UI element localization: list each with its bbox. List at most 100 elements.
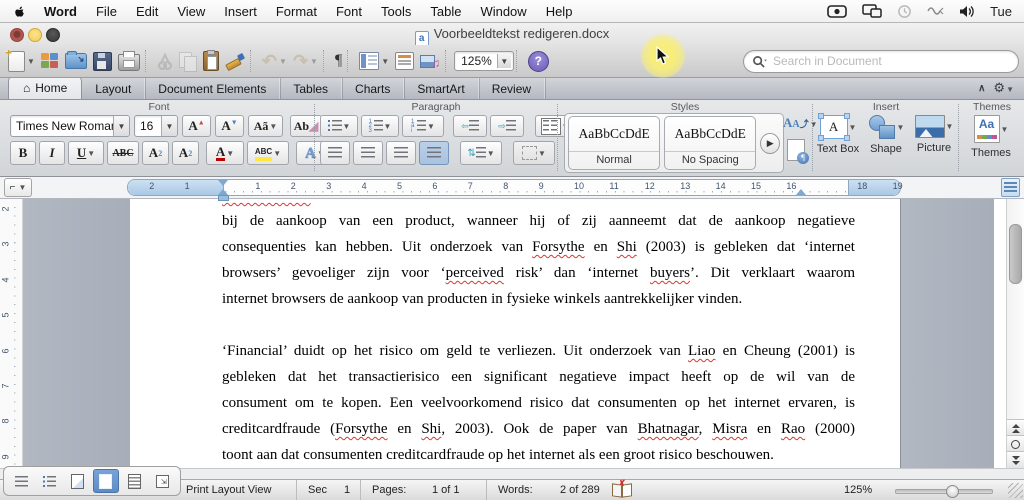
insert-text-box-button[interactable]: A▼ Text Box [816,115,860,155]
text-line[interactable]: ‘Financial’ duidt op het risico om geld … [222,338,855,364]
save-button[interactable] [90,47,115,75]
focus-view-button[interactable]: ⇲ [150,470,174,492]
help-button[interactable]: ? [525,47,552,75]
volume-icon[interactable] [959,5,975,18]
horizontal-ruler[interactable]: 21123456789101112131415161819 [127,179,901,196]
window-resize-grip[interactable] [1008,483,1023,498]
notebook-layout-view-button[interactable] [123,470,147,492]
tab-stop-selector[interactable]: ⌐▼ [4,178,32,197]
line-spacing-button[interactable]: ⇅▼ [460,141,502,165]
wave-status-icon[interactable] [927,5,944,17]
ribbon-tab[interactable]: ⌂Document Elements [145,78,280,99]
text-line[interactable]: consequenties kan hebben. Uit onderzoek … [222,234,855,260]
numbering-button[interactable]: 1 2 3▼ [361,115,399,137]
underline-button[interactable]: U▼ [68,141,104,165]
first-line-indent-marker[interactable] [218,180,228,186]
publishing-layout-view-button[interactable] [65,470,89,492]
redo-button[interactable]: ↷▼ [290,47,321,75]
ribbon-tab[interactable]: ⌂Tables [280,78,342,99]
undo-button[interactable]: ↶▼ [259,47,290,75]
search-input[interactable] [771,53,1010,69]
text-line[interactable]: bij de aankoop van een product, wanneer … [222,208,855,234]
text-line[interactable]: gebleken dat het transactierisico een si… [222,364,855,390]
style-chip-no-spacing[interactable]: AaBbCcDdE No Spacing [664,116,756,170]
gear-icon[interactable]: ⚙▼ [993,80,1014,96]
menu-item[interactable]: Insert [224,4,257,19]
media-browser-button[interactable] [417,47,443,75]
borders-button[interactable]: ▼ [513,141,555,165]
previous-page-button[interactable] [1007,419,1024,436]
menu-item[interactable]: Word [44,4,77,19]
right-indent-marker[interactable] [796,189,806,195]
show-formatting-marks-button[interactable]: ¶ [332,47,345,75]
strikethrough-button[interactable]: ABC [107,141,139,165]
highlight-button[interactable]: ABC▼ [247,141,289,165]
cut-button[interactable] [154,47,176,75]
multilevel-list-button[interactable]: 1 a i▼ [402,115,444,137]
justify-button[interactable] [419,141,449,165]
search-field[interactable] [743,50,1019,73]
zoom-combobox[interactable]: 125%▼ [454,51,514,71]
format-painter-button[interactable] [222,47,248,75]
menu-item[interactable]: Window [480,4,526,19]
menu-bar-clock[interactable]: Tue [990,4,1012,19]
page-layout-button[interactable]: ▼ [356,47,392,75]
text-line[interactable]: Perceived risk kan het beste worden omsc… [222,198,855,208]
ribbon-tab[interactable]: ⌂Charts [342,78,404,99]
menu-item[interactable]: Font [336,4,362,19]
grow-font-button[interactable]: A▲ [182,115,211,137]
superscript-button[interactable]: A2 [142,141,169,165]
collapse-ribbon-icon[interactable]: ∧ [978,83,985,94]
menu-item[interactable]: Tools [381,4,411,19]
draft-view-button[interactable] [10,470,34,492]
ribbon-tab[interactable]: ⌂Layout [82,78,145,99]
vertical-ruler[interactable]: 23456789 [0,198,23,468]
zoom-slider[interactable] [895,489,993,494]
subscript-button[interactable]: A2 [172,141,199,165]
open-button[interactable] [62,47,90,75]
shrink-font-button[interactable]: A▼ [215,115,244,137]
decrease-indent-button[interactable]: ⇦ [453,115,487,137]
font-size-combobox[interactable]: 16▼ [134,115,178,137]
paste-button[interactable] [200,47,222,75]
menu-item[interactable]: Format [276,4,317,19]
text-line[interactable]: browsers’ gevoeliger zijn voor ‘perceive… [222,260,855,286]
next-page-button[interactable] [1007,451,1024,468]
bullets-button[interactable]: ▼ [320,115,358,137]
ribbon-tab[interactable]: ⌂Home [8,76,82,99]
toolbox-button[interactable] [392,47,417,75]
vertical-scrollbar[interactable] [1006,198,1024,468]
menu-item[interactable]: Edit [136,4,158,19]
insert-picture-button[interactable]: ▼ Picture [912,115,956,155]
left-indent-marker[interactable] [218,195,229,201]
apple-menu-icon[interactable] [12,4,25,19]
text-line[interactable]: internet browsers de aankoop van product… [222,286,855,312]
text-line[interactable]: creditcardfraude (Forsythe en Shi, 2003)… [222,416,855,442]
split-handle-icon[interactable] [1001,178,1020,197]
change-case-button[interactable]: Aã▼ [248,115,283,137]
themes-button[interactable]: Aa▼ Themes [968,115,1014,159]
print-layout-view-button[interactable] [93,469,119,493]
increase-indent-button[interactable]: ⇨ [490,115,524,137]
text-line[interactable]: consument om te kopen. Een veelvoorkomen… [222,390,855,416]
more-styles-button[interactable]: ▶ [760,133,780,154]
menu-item[interactable]: View [177,4,205,19]
time-machine-icon[interactable] [897,4,912,19]
scrollbar-thumb[interactable] [1009,224,1022,284]
search-icon[interactable] [752,55,767,68]
menu-item[interactable]: File [96,4,117,19]
align-right-button[interactable] [386,141,416,165]
menu-item[interactable]: Table [430,4,461,19]
align-left-button[interactable] [320,141,350,165]
menu-item[interactable]: Help [546,4,573,19]
select-browse-object-button[interactable] [1007,435,1024,452]
insert-shape-button[interactable]: ▼ Shape [864,115,908,155]
font-color-button[interactable]: A▼ [206,141,244,165]
ribbon-tab[interactable]: ⌂Review [479,78,545,99]
words-value[interactable]: 2 of 289 [560,484,600,496]
ribbon-tab[interactable]: ⌂SmartArt [404,78,478,99]
screen-recording-icon[interactable] [827,5,847,18]
outline-view-button[interactable] [37,470,61,492]
style-chip-normal[interactable]: AaBbCcDdE Normal [568,116,660,170]
align-center-button[interactable] [353,141,383,165]
